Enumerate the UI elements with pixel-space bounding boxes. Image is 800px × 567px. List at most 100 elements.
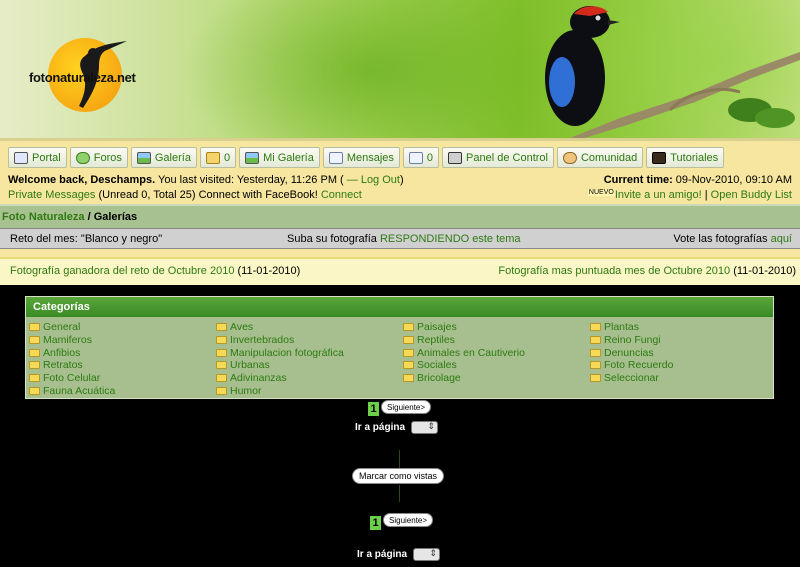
bird-photo-icon (545, 6, 800, 138)
category-item[interactable]: General (29, 321, 115, 334)
nav-panel-control-button[interactable]: Panel de Control (442, 147, 554, 168)
nav-uploads-button[interactable]: 0 (199, 147, 237, 168)
category-item[interactable]: Manipulacion fotográfica (216, 346, 344, 359)
folder-icon (403, 361, 414, 370)
nav-new-messages-button[interactable]: 0 (402, 147, 440, 168)
nuevo-badge: NUEVO (587, 189, 615, 196)
goto-page-label: Ir a página (357, 549, 408, 560)
vote-here-link[interactable]: aquí (771, 233, 792, 245)
mark-as-viewed-button[interactable]: Marcar como vistas (352, 468, 445, 484)
last-visit-text: You last visited: Yesterday, 11:26 PM ( (155, 174, 347, 186)
folder-icon (29, 336, 40, 345)
folder-icon (590, 361, 601, 370)
mail-icon (328, 151, 343, 164)
buddy-list-link[interactable]: Open Buddy List (711, 189, 792, 201)
goto-page-select[interactable] (411, 421, 438, 434)
category-item[interactable]: Mamiferos (29, 334, 115, 347)
category-item[interactable]: Anfibios (29, 346, 115, 359)
winner-top-rated: Fotografía mas puntuada mes de Octubre 2… (498, 265, 796, 277)
categories-title: Categorías (26, 297, 773, 317)
category-column: General Mamiferos Anfibios Retratos Foto… (29, 321, 115, 397)
breadcrumb-separator: / (84, 211, 94, 223)
folder-icon (590, 374, 601, 383)
category-item[interactable]: Plantas (590, 321, 673, 334)
forum-icon (75, 151, 90, 164)
nav-portal-button[interactable]: Portal (8, 147, 67, 168)
winners-bar: Fotografía ganadora del reto de Octubre … (0, 257, 800, 285)
logout-close-paren: ) (399, 174, 404, 186)
folder-icon (216, 361, 227, 370)
top-rated-link[interactable]: Fotografía mas puntuada mes de Octubre 2… (498, 265, 730, 277)
nav-comunidad-button[interactable]: Comunidad (556, 147, 644, 168)
current-time-label: Current time: (603, 174, 673, 186)
header-banner: fotonaturaleza.net (0, 0, 800, 138)
challenge-upload: Suba su fotografía RESPONDIENDO este tem… (287, 233, 521, 245)
category-item[interactable]: Urbanas (216, 359, 344, 372)
category-column: Aves Invertebrados Manipulacion fotográf… (216, 321, 344, 397)
current-time-value: 09-Nov-2010, 09:10 AM (672, 174, 792, 186)
nav-mensajes-button[interactable]: Mensajes (322, 147, 400, 168)
site-logo-text[interactable]: fotonaturaleza.net (29, 70, 136, 85)
category-item[interactable]: Paisajes (403, 321, 525, 334)
folder-icon (403, 374, 414, 383)
folder-icon (403, 348, 414, 357)
folder-icon (403, 336, 414, 345)
nav-galeria-button[interactable]: Galería (130, 147, 197, 168)
categories-panel: Categorías General Mamiferos Anfibios Re… (25, 296, 774, 399)
breadcrumb-current: Galerías (93, 211, 138, 223)
category-item[interactable]: Animales en Cautiverio (403, 346, 525, 359)
folder-icon (29, 386, 40, 395)
category-item[interactable]: Reptiles (403, 334, 525, 347)
category-item[interactable]: Seleccionar (590, 372, 673, 385)
gallery-icon (136, 151, 151, 164)
film-icon (652, 151, 667, 164)
next-page-button[interactable]: Siguiente> (383, 513, 434, 527)
welcome-line: Welcome back, Deschamps. You last visite… (8, 174, 404, 186)
nav-tutoriales-button[interactable]: Tutoriales (646, 147, 725, 168)
private-messages-link[interactable]: Private Messages (8, 189, 95, 201)
facebook-connect-link[interactable]: Connect (321, 189, 362, 201)
winner-challenge: Fotografía ganadora del reto de Octubre … (10, 265, 301, 277)
divider (0, 249, 800, 257)
folder-icon (29, 374, 40, 383)
category-column: Plantas Reino Fungi Denuncias Foto Recue… (590, 321, 673, 384)
invite-line: NUEVOInvite a un amigo! | Open Buddy Lis… (587, 189, 792, 201)
folder-icon (590, 323, 601, 332)
folder-icon (216, 336, 227, 345)
folder-icon (590, 348, 601, 357)
invite-friend-link[interactable]: Invite a un amigo! (615, 189, 702, 201)
users-icon (562, 151, 577, 164)
my-gallery-icon (245, 151, 260, 164)
category-item[interactable]: Foto Celular (29, 372, 115, 385)
breadcrumb: Foto Naturaleza / Galerías (0, 204, 800, 228)
challenge-bar: Reto del mes: "Blanco y negro" Suba su f… (0, 228, 800, 249)
challenge-vote: Vote las fotografías aquí (673, 233, 792, 245)
goto-page-select[interactable] (413, 548, 440, 561)
mail-new-icon (408, 151, 423, 164)
category-item[interactable]: Aves (216, 321, 344, 334)
tools-icon (448, 151, 463, 164)
breadcrumb-root-link[interactable]: Foto Naturaleza (2, 211, 85, 223)
category-item[interactable]: Humor (216, 384, 344, 397)
category-item[interactable]: Sociales (403, 359, 525, 372)
folder-icon (216, 348, 227, 357)
category-item[interactable]: Denuncias (590, 346, 673, 359)
category-item[interactable]: Adivinanzas (216, 372, 344, 385)
respond-topic-link[interactable]: RESPONDIENDO este tema (380, 233, 521, 245)
current-time: Current time: 09-Nov-2010, 09:10 AM (604, 174, 792, 186)
category-item[interactable]: Reino Fungi (590, 334, 673, 347)
portal-icon (14, 151, 28, 164)
category-item[interactable]: Foto Recuerdo (590, 359, 673, 372)
nav-foros-button[interactable]: Foros (69, 147, 128, 168)
category-item[interactable]: Bricolage (403, 372, 525, 385)
logout-link[interactable]: — Log Out (347, 174, 400, 186)
category-item[interactable]: Fauna Acuática (29, 384, 115, 397)
next-page-button[interactable]: Siguiente> (381, 400, 432, 414)
folder-upload-icon (205, 151, 220, 164)
divider-line (399, 485, 400, 502)
pm-counts-text: (Unread 0, Total 25) Connect with FaceBo… (95, 189, 321, 201)
category-item[interactable]: Retratos (29, 359, 115, 372)
nav-mi-galeria-button[interactable]: Mi Galería (239, 147, 320, 168)
category-item[interactable]: Invertebrados (216, 334, 344, 347)
winner-challenge-link[interactable]: Fotografía ganadora del reto de Octubre … (10, 265, 234, 277)
